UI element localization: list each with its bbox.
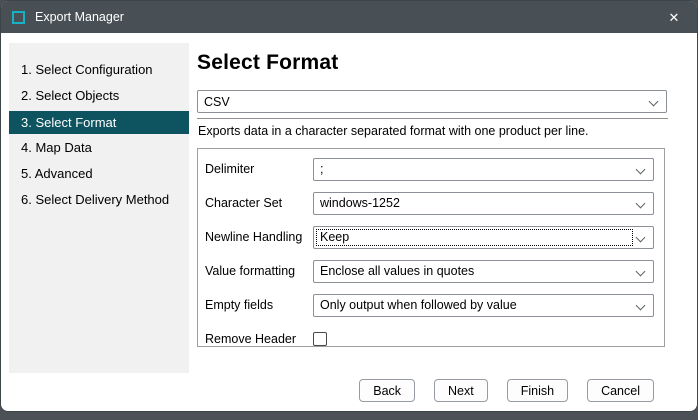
sidebar-item-select-objects[interactable]: 2. Select Objects bbox=[9, 83, 189, 109]
chevron-down-icon bbox=[649, 97, 659, 107]
main-panel: Select Format CSV Exports data in a char… bbox=[197, 43, 667, 75]
character-set-label: Character Set bbox=[205, 196, 313, 210]
delimiter-row: Delimiter ; bbox=[205, 152, 654, 186]
newline-handling-label: Newline Handling bbox=[205, 230, 313, 244]
chevron-down-icon bbox=[636, 232, 646, 242]
format-description: Exports data in a character separated fo… bbox=[198, 124, 589, 138]
separator-line bbox=[197, 118, 668, 119]
next-button[interactable]: Next bbox=[434, 379, 488, 402]
sidebar-item-map-data[interactable]: 4. Map Data bbox=[9, 135, 189, 161]
screen: Export Manager ✕ 1. Select Configuration… bbox=[0, 0, 698, 420]
export-manager-window: Export Manager ✕ 1. Select Configuration… bbox=[0, 0, 698, 412]
remove-header-row: Remove Header bbox=[205, 322, 654, 356]
close-button[interactable]: ✕ bbox=[651, 1, 697, 33]
sidebar-item-advanced[interactable]: 5. Advanced bbox=[9, 161, 189, 187]
remove-header-label: Remove Header bbox=[205, 332, 313, 346]
character-set-select[interactable]: windows-1252 bbox=[313, 192, 654, 215]
format-select-value: CSV bbox=[204, 95, 230, 109]
empty-fields-row: Empty fields Only output when followed b… bbox=[205, 288, 654, 322]
value-formatting-row: Value formatting Enclose all values in q… bbox=[205, 254, 654, 288]
sidebar-item-select-delivery-method[interactable]: 6. Select Delivery Method bbox=[9, 187, 189, 213]
delimiter-select[interactable]: ; bbox=[313, 158, 654, 181]
chevron-down-icon bbox=[636, 300, 646, 310]
wizard-steps-sidebar: 1. Select Configuration 2. Select Object… bbox=[9, 43, 189, 373]
format-select[interactable]: CSV bbox=[197, 90, 667, 113]
close-icon: ✕ bbox=[669, 11, 680, 24]
newline-handling-select[interactable]: Keep bbox=[313, 226, 654, 249]
empty-fields-select-value: Only output when followed by value bbox=[320, 298, 517, 312]
cancel-button[interactable]: Cancel bbox=[587, 379, 654, 402]
sidebar-item-select-configuration[interactable]: 1. Select Configuration bbox=[9, 57, 189, 83]
character-set-select-value: windows-1252 bbox=[320, 196, 400, 210]
footer-buttons: Back Next Finish Cancel bbox=[359, 379, 654, 402]
back-button[interactable]: Back bbox=[359, 379, 415, 402]
empty-fields-label: Empty fields bbox=[205, 298, 313, 312]
chevron-down-icon bbox=[636, 266, 646, 276]
newline-handling-row: Newline Handling Keep bbox=[205, 220, 654, 254]
value-formatting-select[interactable]: Enclose all values in quotes bbox=[313, 260, 654, 283]
window-title: Export Manager bbox=[35, 10, 124, 24]
page-title: Select Format bbox=[197, 51, 667, 75]
value-formatting-label: Value formatting bbox=[205, 264, 313, 278]
delimiter-select-value: ; bbox=[320, 162, 323, 176]
empty-fields-select[interactable]: Only output when followed by value bbox=[313, 294, 654, 317]
remove-header-checkbox[interactable] bbox=[313, 332, 327, 346]
sidebar-item-select-format[interactable]: 3. Select Format bbox=[9, 111, 189, 134]
finish-button[interactable]: Finish bbox=[507, 379, 568, 402]
character-set-row: Character Set windows-1252 bbox=[205, 186, 654, 220]
value-formatting-select-value: Enclose all values in quotes bbox=[320, 264, 474, 278]
delimiter-label: Delimiter bbox=[205, 162, 313, 176]
chevron-down-icon bbox=[636, 198, 646, 208]
newline-handling-select-value: Keep bbox=[320, 230, 349, 244]
chevron-down-icon bbox=[636, 164, 646, 174]
app-icon bbox=[12, 11, 25, 24]
titlebar[interactable]: Export Manager ✕ bbox=[1, 1, 697, 33]
format-options-group: Delimiter ; Character Set windows-1252 N… bbox=[197, 148, 665, 347]
